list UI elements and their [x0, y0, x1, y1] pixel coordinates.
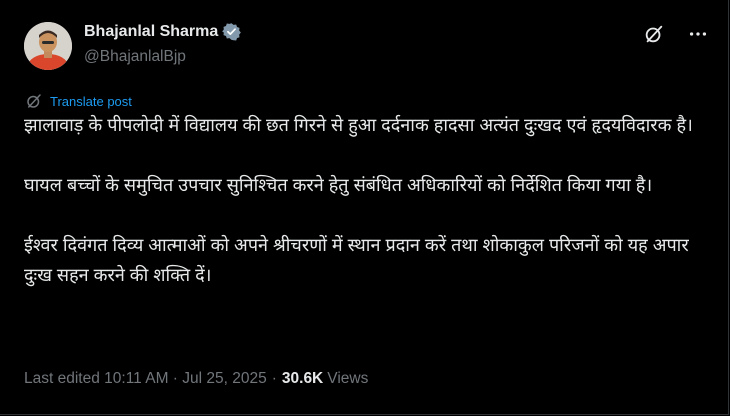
verified-badge-icon	[222, 22, 242, 41]
grok-icon[interactable]	[642, 22, 666, 46]
tweet-paragraph-1: झालावाड़ के पीपलोदी में विद्यालय की छत ग…	[24, 115, 693, 135]
avatar[interactable]	[24, 22, 72, 70]
edited-timestamp[interactable]: Last edited 10:11 AM · Jul 25, 2025	[24, 370, 267, 388]
author-handle[interactable]: @BhajanlalBjp	[84, 48, 186, 66]
meta-separator: ·	[271, 370, 277, 387]
views-count: 30.6K	[281, 370, 324, 387]
tweet-paragraph-2: घायल बच्चों के समुचित उपचार सुनिश्चित कर…	[24, 175, 653, 195]
tweet-text: झालावाड़ के पीपलोदी में विद्यालय की छत ग…	[24, 110, 714, 320]
views-label: Views	[327, 370, 369, 387]
tweet-paragraph-3: ईश्वर दिवंगत दिव्य आत्माओं को अपने श्रीच…	[24, 235, 689, 285]
author-name[interactable]: Bhajanlal Sharma	[84, 23, 218, 41]
translate-post-link[interactable]: Translate post	[25, 92, 132, 110]
globe-icon	[25, 92, 43, 110]
more-options-icon[interactable]	[686, 22, 710, 46]
translate-label: Translate post	[50, 93, 132, 109]
tweet-meta: Last edited 10:11 AM · Jul 25, 2025 · 30…	[24, 370, 368, 388]
